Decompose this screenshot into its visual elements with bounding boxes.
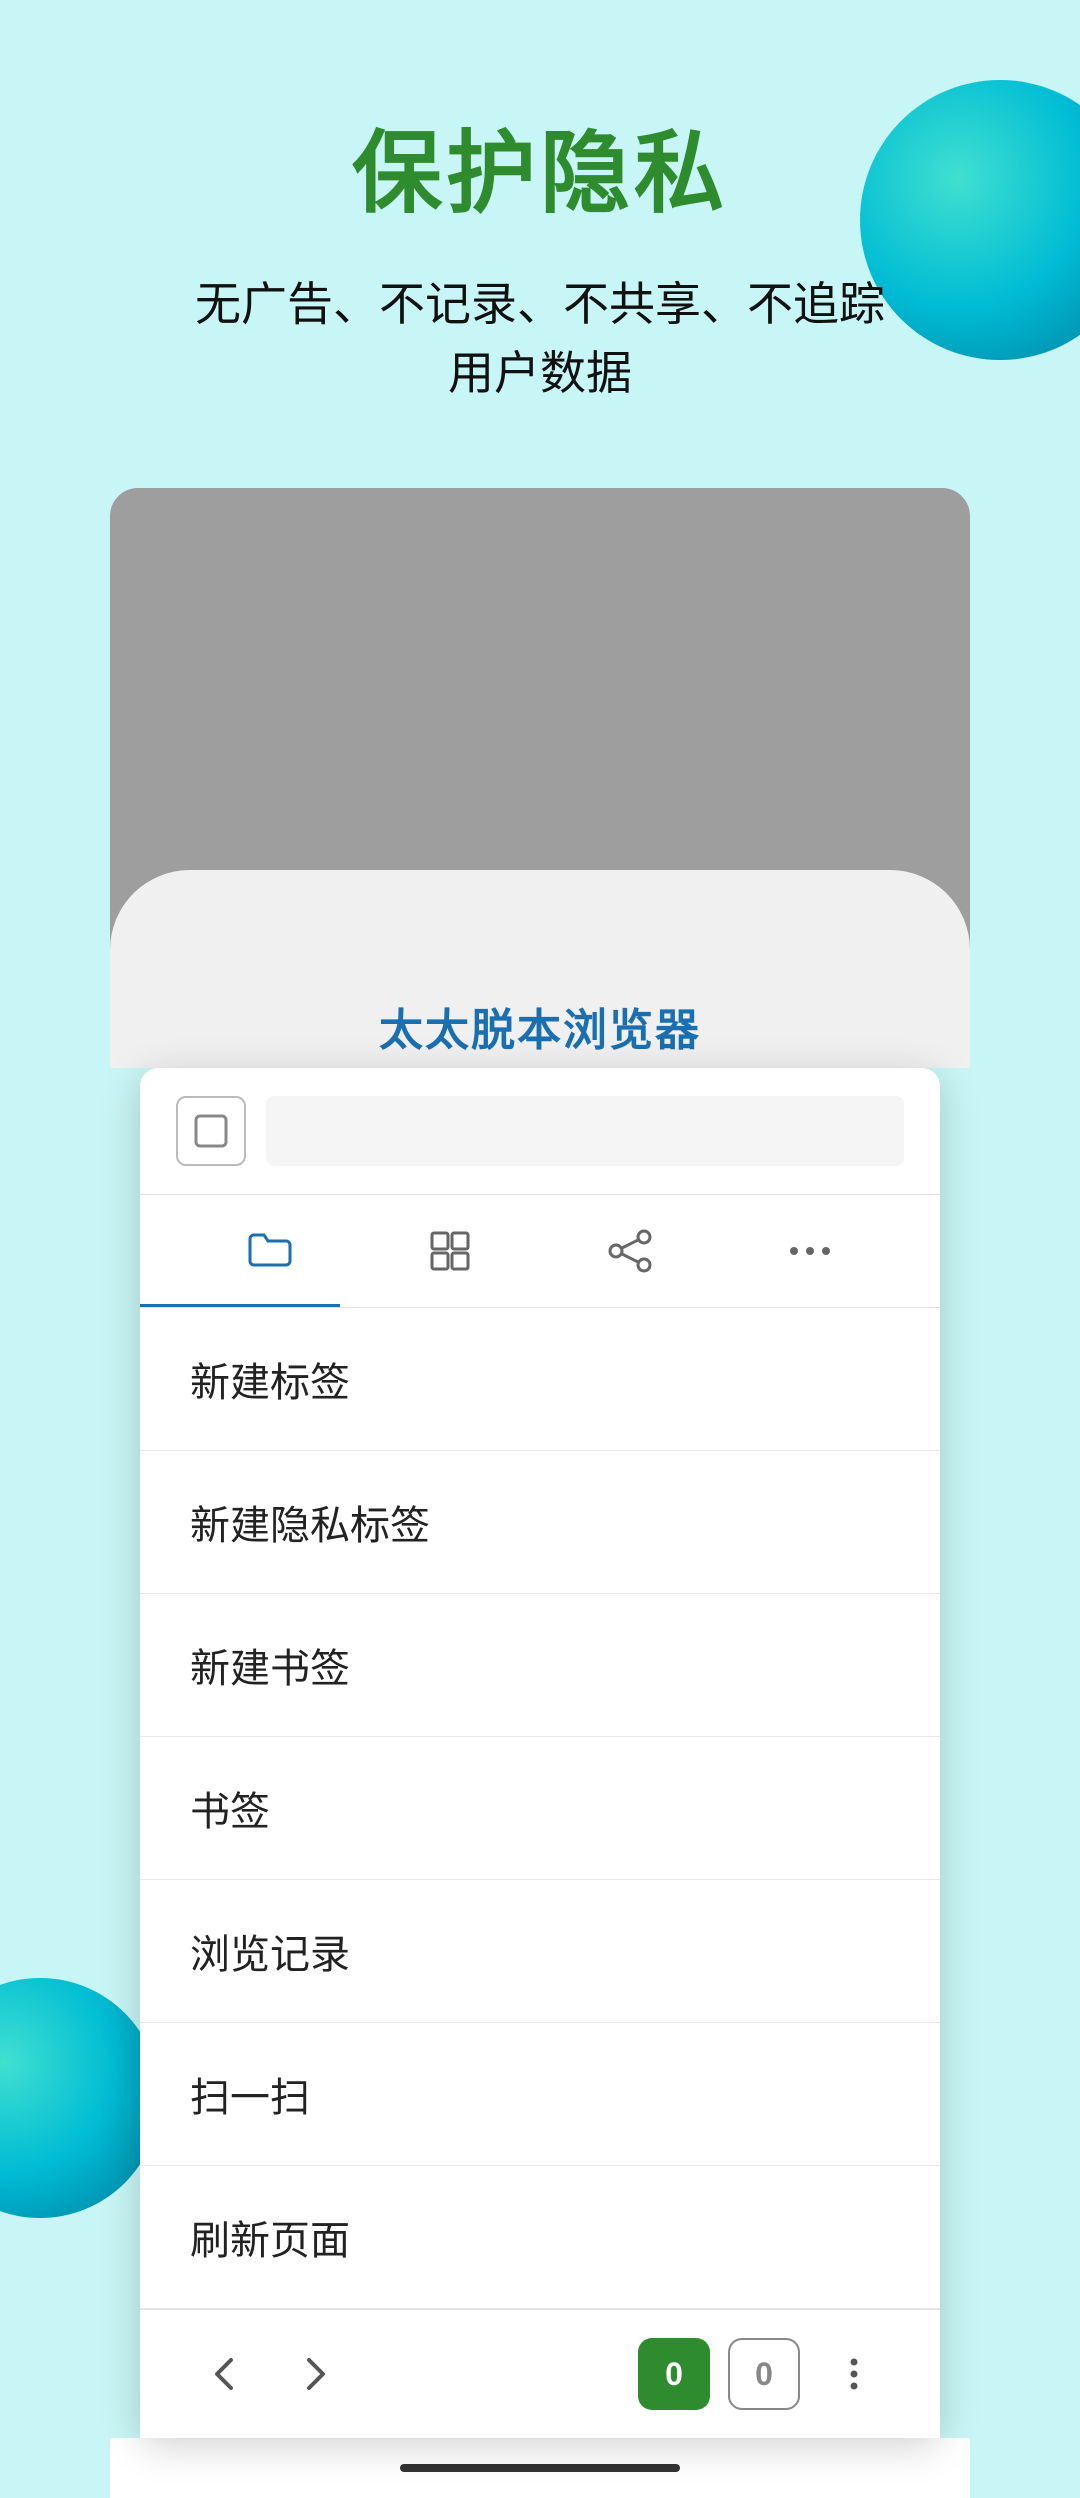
tab-count-outline-badge[interactable]: 0 [728, 2338, 800, 2410]
browser-app-title: 太太脱本浏览器 [110, 994, 970, 1058]
menu-item-new-bookmark[interactable]: 新建书签 [140, 1594, 940, 1737]
nav-more-button[interactable] [818, 2338, 890, 2410]
menu-item-new-tab[interactable]: 新建标签 [140, 1308, 940, 1451]
toolbar-scan-button[interactable] [360, 1215, 540, 1287]
more-dots-icon [784, 1225, 836, 1277]
menu-item-new-private-tab[interactable]: 新建隐私标签 [140, 1451, 940, 1594]
back-button[interactable] [190, 2339, 260, 2409]
menu-item-history[interactable]: 浏览记录 [140, 1880, 940, 2023]
share-icon [604, 1225, 656, 1277]
browser-mock: 太太脱本浏览器 [110, 488, 970, 2498]
square-icon [192, 1112, 230, 1150]
menu-item-refresh[interactable]: 刷新页面 [140, 2166, 940, 2309]
address-bar-field[interactable] [266, 1096, 904, 1166]
address-bar-row [140, 1068, 940, 1195]
hero-subtitle: 无广告、不记录、不共享、不追踪 用户数据 [0, 270, 1080, 408]
toolbar-more-button[interactable] [720, 1215, 900, 1287]
tab-count-green-badge[interactable]: 0 [638, 2338, 710, 2410]
icon-toolbar [140, 1195, 940, 1308]
menu-item-bookmarks[interactable]: 书签 [140, 1737, 940, 1880]
hero-subtitle-line1: 无广告、不记录、不共享、不追踪 [195, 278, 885, 330]
popup-menu-card: 新建标签 新建隐私标签 新建书签 书签 浏览记录 扫一扫 刷新页面 [140, 1068, 940, 2438]
home-indicator-bar [400, 2464, 680, 2472]
nav-more-dots-icon [832, 2352, 876, 2396]
forward-button[interactable] [280, 2339, 350, 2409]
back-arrow-icon [203, 2352, 247, 2396]
forward-arrow-icon [293, 2352, 337, 2396]
menu-item-scan[interactable]: 扫一扫 [140, 2023, 940, 2166]
hero-title: 保护隐私 [0, 100, 1080, 230]
toolbar-share-button[interactable] [540, 1215, 720, 1287]
toolbar-folder-button[interactable] [180, 1215, 360, 1287]
home-indicator [110, 2438, 970, 2498]
scan-icon [424, 1225, 476, 1277]
page-root: 保护隐私 无广告、不记录、不共享、不追踪 用户数据 太太脱本浏览器 [0, 0, 1080, 2498]
tab-icon-button[interactable] [176, 1096, 246, 1166]
browser-background: 太太脱本浏览器 [110, 488, 970, 1068]
hero-section: 保护隐私 无广告、不记录、不共享、不追踪 用户数据 [0, 0, 1080, 408]
bottom-nav-bar: 0 0 [140, 2309, 940, 2438]
folder-icon [244, 1225, 296, 1277]
hero-subtitle-line2: 用户数据 [448, 347, 632, 399]
